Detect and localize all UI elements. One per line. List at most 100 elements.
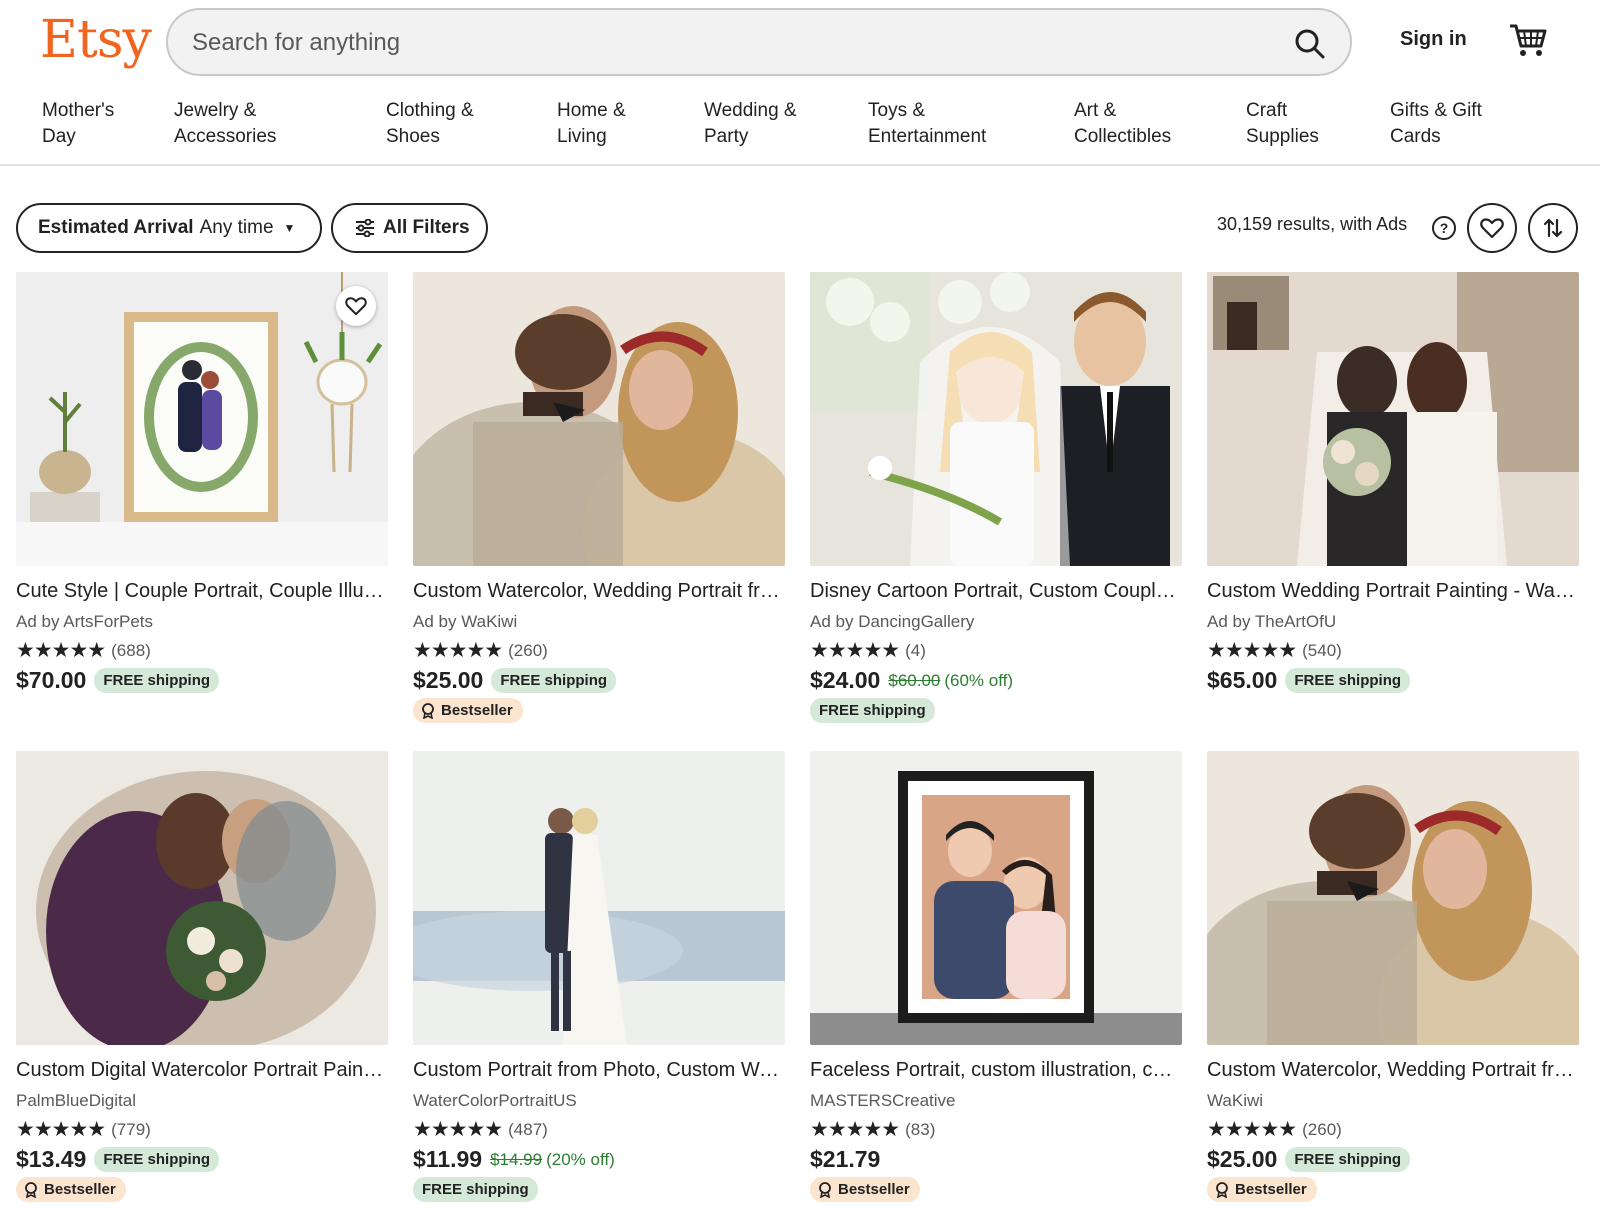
award-icon (819, 1181, 831, 1198)
star-rating: ★★★★★ (810, 1118, 900, 1141)
price-row: $70.00 FREE shipping (16, 667, 220, 694)
listing-title[interactable]: Faceless Portrait, custom illustration, … (810, 1059, 1182, 1082)
listing-image[interactable] (1207, 751, 1579, 1045)
free-shipping-badge: FREE shipping (1285, 1147, 1411, 1172)
price: $25.00 (1207, 1146, 1278, 1172)
listing-title[interactable]: Custom Digital Watercolor Portrait Paint… (16, 1059, 388, 1082)
free-shipping-badge: FREE shipping (810, 698, 935, 723)
star-rating: ★★★★★ (413, 639, 503, 662)
rating: ★★★★★ (260) (413, 638, 548, 663)
star-rating: ★★★★★ (16, 639, 106, 662)
category-gifts[interactable]: Gifts & Gift Cards (1390, 98, 1482, 150)
listing-image[interactable] (810, 272, 1182, 566)
star-rating: ★★★★★ (16, 1118, 106, 1141)
search-bar[interactable] (166, 8, 1352, 76)
review-count: (83) (905, 1119, 936, 1139)
free-shipping-badge: FREE shipping (413, 1177, 538, 1202)
price: $21.79 (810, 1146, 881, 1172)
listing-image[interactable] (413, 751, 785, 1045)
listing-image[interactable] (413, 272, 785, 566)
award-icon (25, 1181, 37, 1198)
category-wedding[interactable]: Wedding & Party (704, 98, 797, 150)
etsy-logo[interactable]: Etsy (40, 10, 152, 70)
search-button[interactable] (1290, 24, 1330, 64)
help-icon[interactable]: ? (1432, 216, 1456, 240)
star-rating: ★★★★★ (413, 1118, 503, 1141)
price: $65.00 (1207, 667, 1278, 693)
listing-image[interactable] (1207, 272, 1579, 566)
price-row: $11.99 $14.99 (20% off) (413, 1146, 615, 1173)
rating: ★★★★★ (83) (810, 1117, 935, 1142)
discount: (60% off) (944, 670, 1014, 690)
search-input[interactable] (192, 24, 1252, 62)
shop-name: WaterColorPortraitUS (413, 1091, 577, 1110)
listing-image[interactable] (16, 272, 388, 566)
award-icon (422, 702, 434, 719)
original-price: $60.00 (888, 670, 941, 690)
price: $25.00 (413, 667, 484, 693)
favorite-button[interactable] (336, 286, 376, 326)
review-count: (260) (1302, 1119, 1342, 1139)
badge-row: FREE shipping (413, 1177, 538, 1202)
sign-in-link[interactable]: Sign in (1400, 28, 1467, 51)
all-filters-button[interactable]: All Filters (331, 203, 488, 253)
listing-title[interactable]: Custom Portrait from Photo, Custom Water… (413, 1059, 785, 1082)
badge-row: Bestseller (810, 1177, 920, 1203)
price: $24.00 (810, 667, 881, 693)
star-rating: ★★★★★ (1207, 639, 1297, 662)
estimated-arrival-dropdown[interactable]: Estimated Arrival Any time ▼ (16, 203, 322, 253)
shop-name: WaKiwi (1207, 1091, 1264, 1110)
review-count: (487) (508, 1119, 548, 1139)
rating: ★★★★★ (779) (16, 1117, 151, 1142)
category-toys[interactable]: Toys & Entertainment (868, 98, 986, 150)
rating: ★★★★★ (540) (1207, 638, 1342, 663)
sort-button[interactable] (1528, 203, 1578, 253)
save-search-button[interactable] (1467, 203, 1517, 253)
category-clothing[interactable]: Clothing & Shoes (386, 98, 474, 150)
sliders-icon (356, 219, 374, 237)
free-shipping-badge: FREE shipping (491, 668, 617, 693)
heart-icon (1480, 218, 1504, 239)
review-count: (260) (508, 640, 548, 660)
rating: ★★★★★ (4) (810, 638, 926, 663)
category-jewelry[interactable]: Jewelry & Accessories (174, 98, 276, 150)
price-row: $24.00 $60.00 (60% off) (810, 667, 1013, 694)
bestseller-badge: Bestseller (16, 1177, 126, 1202)
star-rating: ★★★★★ (1207, 1118, 1297, 1141)
star-rating: ★★★★★ (810, 639, 900, 662)
category-art[interactable]: Art & Collectibles (1074, 98, 1171, 150)
cart-button[interactable] (1508, 22, 1548, 58)
listing-title[interactable]: Custom Wedding Portrait Painting - Water… (1207, 580, 1579, 603)
badge-row: Bestseller (16, 1177, 126, 1203)
badge-row: Bestseller (1207, 1177, 1317, 1203)
price: $13.49 (16, 1146, 87, 1172)
listing-image[interactable] (810, 751, 1182, 1045)
price: $70.00 (16, 667, 87, 693)
cart-icon (1510, 24, 1547, 56)
shop-name: Ad by TheArtOfU (1207, 612, 1337, 631)
free-shipping-badge: FREE shipping (94, 1147, 220, 1172)
rating: ★★★★★ (260) (1207, 1117, 1342, 1142)
award-icon (1216, 1181, 1228, 1198)
listing-title[interactable]: Disney Cartoon Portrait, Custom Couple P… (810, 580, 1182, 603)
category-mothers-day[interactable]: Mother's Day (42, 98, 114, 150)
listing-title[interactable]: Cute Style | Couple Portrait, Couple Ill… (16, 580, 388, 603)
review-count: (779) (111, 1119, 151, 1139)
rating: ★★★★★ (487) (413, 1117, 548, 1142)
price-row: $21.79 (810, 1146, 888, 1173)
listing-title[interactable]: Custom Watercolor, Wedding Portrait from… (413, 580, 785, 603)
category-home[interactable]: Home & Living (557, 98, 626, 150)
heart-icon (345, 297, 367, 316)
price-row: $25.00 FREE shipping (413, 667, 617, 694)
review-count: (4) (905, 640, 926, 660)
category-craft[interactable]: Craft Supplies (1246, 98, 1319, 150)
free-shipping-badge: FREE shipping (94, 668, 220, 693)
free-shipping-badge: FREE shipping (1285, 668, 1411, 693)
price-row: $25.00 FREE shipping (1207, 1146, 1411, 1173)
shop-name: PalmBlueDigital (16, 1091, 136, 1110)
bestseller-badge: Bestseller (1207, 1177, 1317, 1202)
bestseller-badge: Bestseller (810, 1177, 920, 1202)
listing-title[interactable]: Custom Watercolor, Wedding Portrait from… (1207, 1059, 1579, 1082)
rating: ★★★★★ (688) (16, 638, 151, 663)
listing-image[interactable] (16, 751, 388, 1045)
